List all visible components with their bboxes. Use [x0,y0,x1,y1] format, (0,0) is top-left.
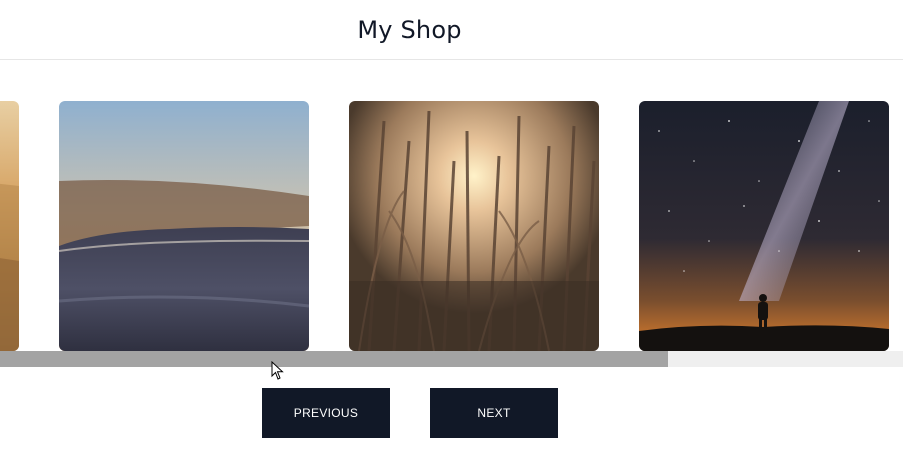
golden-sea-photo [0,101,19,351]
next-button[interactable]: NEXT [430,388,558,438]
previous-button[interactable]: PREVIOUS [262,388,390,438]
ocean-wave-sunset-photo [59,101,309,351]
mouse-cursor-icon [271,361,284,380]
page-title: My Shop [357,15,462,44]
page-header: My Shop [0,0,903,60]
milky-way-silhouette-photo [639,101,889,351]
scrollbar-thumb[interactable] [0,351,668,367]
carousel-card-golden-sea[interactable] [0,101,19,351]
horizontal-scrollbar[interactable] [0,351,903,367]
carousel-card-ocean-wave[interactable] [59,101,309,351]
reeds-sunlight-photo [349,101,599,351]
image-carousel[interactable] [0,101,903,351]
carousel-card-reeds[interactable] [349,101,599,351]
carousel-card-milky-way[interactable] [639,101,889,351]
